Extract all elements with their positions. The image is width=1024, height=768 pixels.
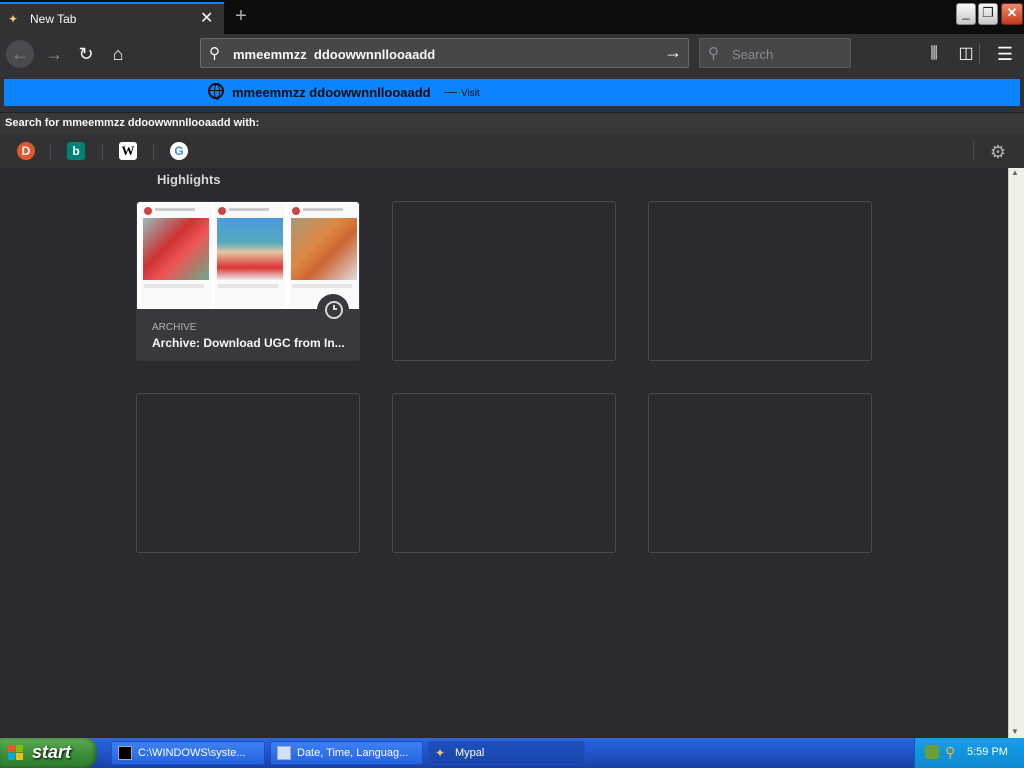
- suggestion-text: mmeemmzz ddoowwnnllooaadd: [232, 85, 431, 100]
- restore-window-button[interactable]: ❐: [978, 3, 998, 25]
- go-arrow-button[interactable]: →: [664, 42, 682, 63]
- search-with-label: Search for mmeemmzz ddoowwnnllooaadd wit…: [5, 117, 260, 129]
- duckduckgo-icon[interactable]: D: [17, 142, 35, 160]
- engine-separator: [153, 143, 154, 161]
- hamburger-menu-icon[interactable]: ☰: [993, 42, 1017, 66]
- search-with-header: Search for mmeemmzz ddoowwnnllooaadd wit…: [0, 112, 1024, 136]
- engine-separator: [973, 141, 974, 161]
- wikipedia-icon[interactable]: W: [119, 142, 137, 160]
- url-bar[interactable]: ⚲ →: [200, 38, 689, 68]
- taskbar-item-label: C:\WINDOWS\syste...: [138, 747, 246, 759]
- empty-highlight-slot: [648, 201, 872, 361]
- empty-highlight-slot: [648, 393, 872, 553]
- empty-highlight-slot: [392, 393, 616, 553]
- forward-button[interactable]: →: [40, 40, 68, 68]
- suggestion-dash: —: [444, 84, 457, 99]
- tab-new-tab[interactable]: ✦ New Tab ✕: [0, 2, 224, 34]
- tab-close-button[interactable]: ✕: [200, 8, 213, 28]
- highlight-thumbnail: [137, 202, 359, 309]
- start-label: start: [32, 742, 72, 762]
- library-icon[interactable]: ⫼: [922, 42, 946, 66]
- highlight-card-label: ARCHIVE: [152, 322, 197, 333]
- taskbar-item-mypal[interactable]: ✦ Mypal: [428, 741, 585, 765]
- search-bar[interactable]: ⚲: [699, 38, 851, 68]
- thumbnail-post: [215, 204, 285, 308]
- system-tray: ⚲ 5:59 PM: [914, 738, 1024, 768]
- windows-flag-icon: [8, 745, 24, 761]
- back-button[interactable]: ←: [6, 40, 34, 68]
- navigation-toolbar: ← → ↻ ⌂ ⚲ → ⚲ ⫼ ◫ ☰: [0, 34, 1024, 74]
- vertical-scrollbar[interactable]: ▲ ▼: [1008, 168, 1024, 738]
- suggestion-action: Visit: [461, 88, 480, 99]
- minimize-window-button[interactable]: _: [956, 3, 976, 25]
- control-panel-icon: [277, 746, 291, 760]
- scroll-down-arrow-icon[interactable]: ▼: [1011, 727, 1019, 736]
- mypal-icon: ✦: [435, 746, 446, 760]
- search-settings-gear-icon[interactable]: ⚙: [988, 142, 1008, 162]
- new-tab-button[interactable]: +: [228, 4, 254, 30]
- reload-button[interactable]: ↻: [72, 40, 100, 68]
- google-icon[interactable]: G: [170, 142, 188, 160]
- mypal-favicon-icon: ✦: [8, 12, 19, 26]
- globe-icon: [208, 83, 224, 100]
- engine-separator: [50, 143, 51, 161]
- tab-title: New Tab: [30, 12, 77, 26]
- start-button[interactable]: start: [0, 738, 97, 768]
- tray-clock[interactable]: 5:59 PM: [967, 746, 1008, 758]
- thumbnail-post: [289, 204, 359, 308]
- engine-separator: [102, 143, 103, 161]
- toolbar-separator: [979, 44, 980, 64]
- command-prompt-icon: [118, 746, 132, 760]
- bing-icon[interactable]: b: [67, 142, 85, 160]
- highlight-card[interactable]: ARCHIVE Archive: Download UGC from In...: [136, 201, 360, 361]
- one-off-search-engines: D b W G ⚙: [0, 134, 1024, 168]
- empty-highlight-slot: [136, 393, 360, 553]
- search-icon: ⚲: [708, 45, 719, 62]
- highlight-card-title: Archive: Download UGC from In...: [152, 336, 345, 350]
- sidebar-icon[interactable]: ◫: [954, 42, 978, 66]
- taskbar-item-label: Mypal: [455, 747, 485, 759]
- search-icon: ⚲: [209, 45, 220, 62]
- taskbar-item-label: Date, Time, Languag...: [297, 747, 409, 759]
- suggestion-row[interactable]: mmeemmzz ddoowwnnllooaadd — Visit: [4, 79, 1020, 106]
- thumbnail-post: [141, 204, 211, 308]
- highlights-heading: Highlights: [157, 172, 221, 187]
- history-clock-icon: [317, 294, 349, 326]
- scroll-up-arrow-icon[interactable]: ▲: [1011, 168, 1019, 177]
- taskbar-item-date-time[interactable]: Date, Time, Languag...: [270, 741, 423, 765]
- close-window-button[interactable]: ✕: [1001, 3, 1023, 25]
- url-input[interactable]: [231, 43, 655, 65]
- network-tray-icon[interactable]: [925, 745, 939, 759]
- empty-highlight-slot: [392, 201, 616, 361]
- search-tray-icon[interactable]: ⚲: [945, 745, 959, 759]
- taskbar-item-cmd[interactable]: C:\WINDOWS\syste...: [111, 741, 265, 765]
- search-input[interactable]: [730, 44, 844, 64]
- home-button[interactable]: ⌂: [104, 40, 132, 68]
